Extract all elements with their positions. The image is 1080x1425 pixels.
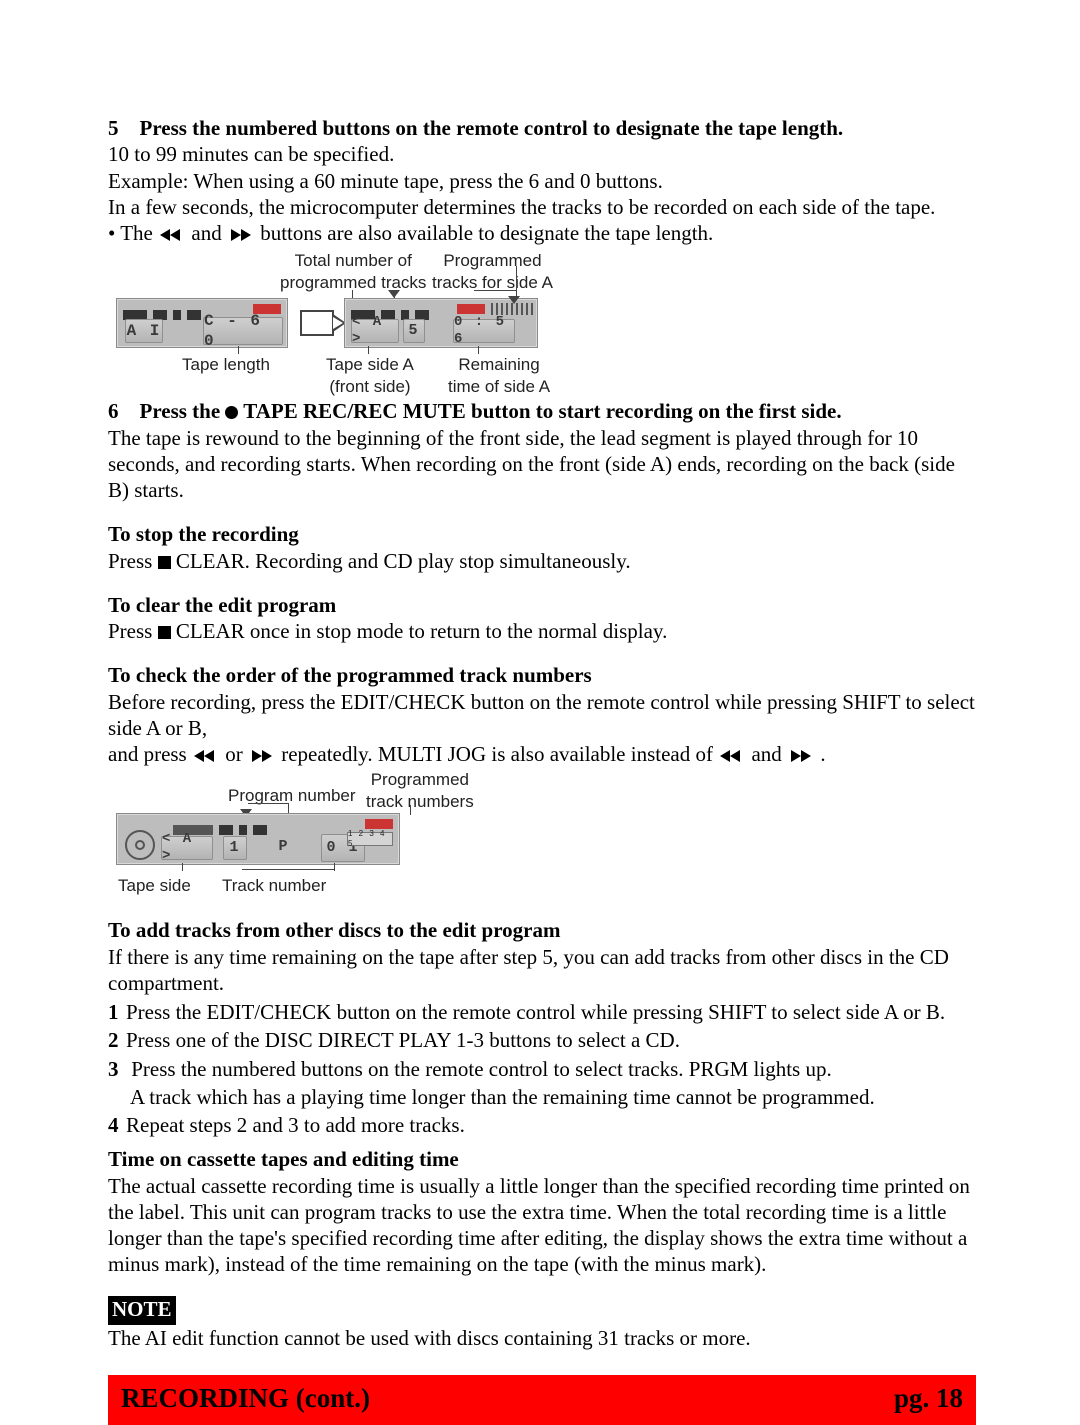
manual-page: 5 Press the numbered buttons on the remo…: [0, 0, 1080, 1425]
step-5-number: 5: [108, 116, 119, 140]
lcd1-seg-ai: A I: [125, 319, 163, 343]
checkorder-line1: Before recording, press the EDIT/CHECK b…: [108, 690, 975, 740]
step-5-line3: In a few seconds, the microcomputer dete…: [108, 195, 935, 219]
rewind-icon-3: [718, 749, 746, 763]
list-item: 4Repeat steps 2 and 3 to add more tracks…: [108, 1112, 976, 1138]
clearedit-body-a: Press: [108, 619, 158, 643]
clearedit-heading: To clear the edit program: [108, 593, 336, 617]
d2-bottom-right: Track number: [222, 875, 326, 896]
timenote-body: The actual cassette recording time is us…: [108, 1174, 970, 1277]
section-check-order: To check the order of the programmed tra…: [108, 662, 976, 767]
lcd2-seg-time: 0 : 5 6: [453, 319, 515, 343]
lcd1-seg-c60: C - 6 0: [203, 317, 283, 345]
note-pill: NOTE: [108, 1296, 176, 1325]
step-6-heading-b: TAPE REC/REC MUTE button to start record…: [238, 399, 841, 423]
d1-bottom-left: Tape length: [182, 354, 270, 375]
step-5-line4c: buttons are also available to designate …: [260, 221, 713, 245]
record-icon: [225, 406, 238, 419]
step-5-line2: Example: When using a 60 minute tape, pr…: [108, 169, 663, 193]
section-note: NOTE The AI edit function cannot be used…: [108, 1296, 976, 1352]
d1-bottom-mid: Tape side A(front side): [326, 354, 414, 397]
lcd-after: < A > 5 0 : 5 6: [344, 298, 538, 348]
diagram-program-number: Program number Programmedtrack numbers <…: [112, 769, 492, 899]
checkorder-line2e: .: [820, 742, 825, 766]
checkorder-line2d: and: [751, 742, 787, 766]
d2-bottom-left: Tape side: [118, 875, 191, 896]
fastforward-icon-2: [248, 749, 276, 763]
d1-top-left-label: Total number ofprogrammed tracks: [280, 250, 426, 293]
lcd3-seg-p: P: [273, 836, 295, 858]
stoprec-body-b: CLEAR. Recording and CD play stop simult…: [171, 549, 631, 573]
d2-top-right: Programmedtrack numbers: [366, 769, 474, 812]
fastforward-icon-3: [787, 749, 815, 763]
step-6-number: 6: [108, 399, 119, 423]
fastforward-icon: [227, 228, 255, 242]
addtracks-heading: To add tracks from other discs to the ed…: [108, 918, 560, 942]
list-item: 2Press one of the DISC DIRECT PLAY 1-3 b…: [108, 1027, 976, 1053]
list-item: A track which has a playing time longer …: [108, 1084, 976, 1110]
disc-icon: [125, 830, 155, 860]
rewind-icon-2: [192, 749, 220, 763]
stoprec-body-a: Press: [108, 549, 158, 573]
lcd3-ticks: 1 2 3 4 5: [347, 832, 393, 846]
d1-bottom-right: Remainingtime of side A: [448, 354, 550, 397]
addtracks-list: 1Press the EDIT/CHECK button on the remo…: [108, 999, 976, 1138]
timenote-heading: Time on cassette tapes and editing time: [108, 1147, 459, 1171]
rewind-icon: [158, 228, 186, 242]
d1-top-right-label: Programmedtracks for side A: [432, 250, 553, 293]
step-5-heading: Press the numbered buttons on the remote…: [140, 116, 844, 140]
step-6-body: The tape is rewound to the beginning of …: [108, 426, 955, 503]
checkorder-line2c: repeatedly. MULTI JOG is also available …: [281, 742, 718, 766]
addtracks-intro: If there is any time remaining on the ta…: [108, 945, 949, 995]
step-5-line1: 10 to 99 minutes can be specified.: [108, 142, 394, 166]
lcd-before: A I C - 6 0: [116, 298, 288, 348]
step-5: 5 Press the numbered buttons on the remo…: [108, 115, 976, 246]
checkorder-line2b: or: [225, 742, 248, 766]
footer-title: RECORDING (cont.): [121, 1382, 370, 1416]
list-item: 1Press the EDIT/CHECK button on the remo…: [108, 999, 976, 1025]
section-add-tracks: To add tracks from other discs to the ed…: [108, 917, 976, 1138]
list-item: 3 Press the numbered buttons on the remo…: [108, 1056, 976, 1082]
clearedit-body-b: CLEAR once in stop mode to return to the…: [171, 619, 668, 643]
stoprec-heading: To stop the recording: [108, 522, 299, 546]
step-5-line4b: and: [191, 221, 227, 245]
step-6-heading-a: Press the: [140, 399, 226, 423]
lcd3-seg-prog: 1: [223, 836, 247, 860]
arrow-transition-icon: [300, 310, 334, 336]
diagram-tape-length: Total number ofprogrammed tracks Program…: [112, 250, 652, 380]
section-stop-recording: To stop the recording Press CLEAR. Recor…: [108, 521, 976, 574]
lcd-program: < A > 1 P 0 1 1 2 3 4 5: [116, 813, 400, 865]
lcd3-seg-side: < A >: [161, 836, 213, 860]
step-6: 6 Press the TAPE REC/REC MUTE button to …: [108, 398, 976, 503]
step-5-line4a: • The: [108, 221, 158, 245]
section-clear-edit: To clear the edit program Press CLEAR on…: [108, 592, 976, 645]
checkorder-heading: To check the order of the programmed tra…: [108, 663, 592, 687]
footer-page: pg. 18: [894, 1382, 963, 1416]
lcd2-seg-count: 5: [403, 319, 425, 343]
note-body: The AI edit function cannot be used with…: [108, 1326, 751, 1350]
stop-icon: [158, 556, 171, 569]
section-time-note: Time on cassette tapes and editing time …: [108, 1146, 976, 1277]
checkorder-line2a: and press: [108, 742, 192, 766]
lcd2-seg-side: < A >: [351, 319, 399, 343]
page-footer: RECORDING (cont.) pg. 18: [108, 1375, 976, 1425]
stop-icon-2: [158, 626, 171, 639]
